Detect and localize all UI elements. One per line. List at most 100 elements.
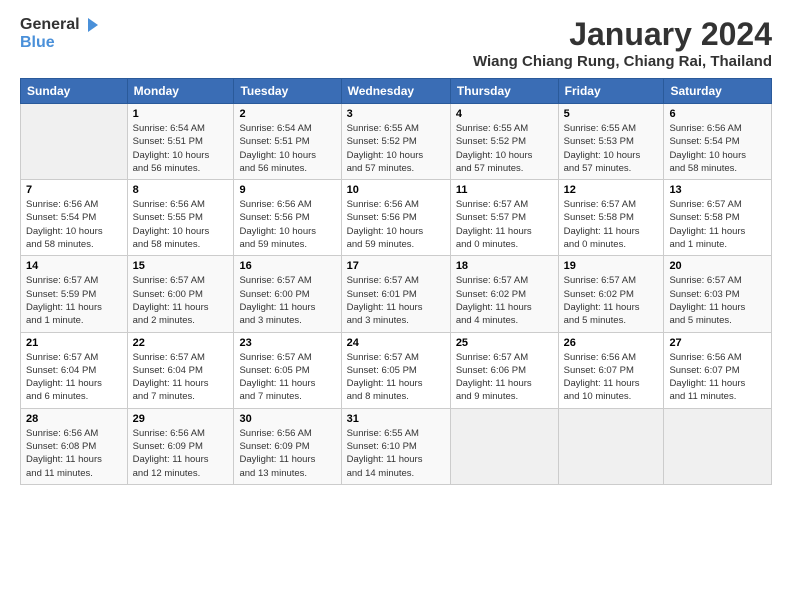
day-info: Sunrise: 6:55 AMSunset: 5:52 PMDaylight:… bbox=[456, 122, 553, 175]
day-info: Sunrise: 6:56 AMSunset: 5:56 PMDaylight:… bbox=[239, 198, 335, 251]
calendar-cell: 24Sunrise: 6:57 AMSunset: 6:05 PMDayligh… bbox=[341, 332, 450, 408]
calendar-cell bbox=[558, 408, 664, 484]
calendar-table: SundayMondayTuesdayWednesdayThursdayFrid… bbox=[20, 78, 772, 485]
day-number: 20 bbox=[669, 260, 766, 272]
calendar-cell: 3 Sunrise: 6:55 AMSunset: 5:52 PMDaylight… bbox=[341, 104, 450, 180]
calendar-cell: 4 Sunrise: 6:55 AMSunset: 5:52 PMDaylight… bbox=[450, 104, 558, 180]
day-number: 5 bbox=[564, 108, 659, 120]
day-info: Sunrise: 6:56 AMSunset: 5:56 PMDaylight:… bbox=[347, 198, 445, 251]
day-info: Sunrise: 6:57 AMSunset: 6:02 PMDaylight:… bbox=[564, 274, 659, 327]
calendar-cell bbox=[664, 408, 772, 484]
day-info: Sunrise: 6:56 AMSunset: 6:08 PMDaylight:… bbox=[26, 427, 122, 480]
day-number: 3 bbox=[347, 108, 445, 120]
day-info: Sunrise: 6:56 AMSunset: 5:55 PMDaylight:… bbox=[133, 198, 229, 251]
day-number: 22 bbox=[133, 337, 229, 349]
calendar-cell: 28 Sunrise: 6:56 AMSunset: 6:08 PMDayligh… bbox=[21, 408, 128, 484]
calendar-cell bbox=[21, 104, 128, 180]
calendar-cell: 12 Sunrise: 6:57 AMSunset: 5:58 PMDayligh… bbox=[558, 180, 664, 256]
calendar-cell: 6 Sunrise: 6:56 AMSunset: 5:54 PMDaylight… bbox=[664, 104, 772, 180]
calendar-cell: 18Sunrise: 6:57 AMSunset: 6:02 PMDayligh… bbox=[450, 256, 558, 332]
calendar-cell: 20 Sunrise: 6:57 AMSunset: 6:03 PMDayligh… bbox=[664, 256, 772, 332]
day-header-saturday: Saturday bbox=[664, 79, 772, 104]
day-info: Sunrise: 6:56 AMSunset: 5:54 PMDaylight:… bbox=[669, 122, 766, 175]
day-number: 30 bbox=[239, 413, 335, 425]
day-number: 10 bbox=[347, 184, 445, 196]
calendar-cell: 11 Sunrise: 6:57 AMSunset: 5:57 PMDayligh… bbox=[450, 180, 558, 256]
logo-general: General bbox=[20, 16, 80, 34]
day-header-monday: Monday bbox=[127, 79, 234, 104]
day-number: 14 bbox=[26, 260, 122, 272]
day-info: Sunrise: 6:57 AMSunset: 6:00 PMDaylight:… bbox=[133, 274, 229, 327]
day-header-tuesday: Tuesday bbox=[234, 79, 341, 104]
day-number: 6 bbox=[669, 108, 766, 120]
day-info: Sunrise: 6:57 AMSunset: 5:58 PMDaylight:… bbox=[564, 198, 659, 251]
day-info: Sunrise: 6:57 AMSunset: 5:59 PMDaylight:… bbox=[26, 274, 122, 327]
calendar-cell: 22Sunrise: 6:57 AMSunset: 6:04 PMDayligh… bbox=[127, 332, 234, 408]
calendar-cell: 21Sunrise: 6:57 AMSunset: 6:04 PMDayligh… bbox=[21, 332, 128, 408]
day-number: 31 bbox=[347, 413, 445, 425]
day-header-friday: Friday bbox=[558, 79, 664, 104]
day-number: 16 bbox=[239, 260, 335, 272]
day-info: Sunrise: 6:57 AMSunset: 6:03 PMDaylight:… bbox=[669, 274, 766, 327]
calendar-cell: 31 Sunrise: 6:55 AMSunset: 6:10 PMDayligh… bbox=[341, 408, 450, 484]
day-number: 7 bbox=[26, 184, 122, 196]
day-header-sunday: Sunday bbox=[21, 79, 128, 104]
calendar-cell: 7 Sunrise: 6:56 AMSunset: 5:54 PMDaylight… bbox=[21, 180, 128, 256]
week-row-2: 7 Sunrise: 6:56 AMSunset: 5:54 PMDaylight… bbox=[21, 180, 772, 256]
day-info: Sunrise: 6:57 AMSunset: 5:57 PMDaylight:… bbox=[456, 198, 553, 251]
calendar-cell: 26 Sunrise: 6:56 AMSunset: 6:07 PMDayligh… bbox=[558, 332, 664, 408]
day-number: 17 bbox=[347, 260, 445, 272]
day-number: 19 bbox=[564, 260, 659, 272]
location-title: Wiang Chiang Rung, Chiang Rai, Thailand bbox=[473, 53, 772, 70]
calendar-cell: 25Sunrise: 6:57 AMSunset: 6:06 PMDayligh… bbox=[450, 332, 558, 408]
day-number: 28 bbox=[26, 413, 122, 425]
day-info: Sunrise: 6:55 AMSunset: 5:52 PMDaylight:… bbox=[347, 122, 445, 175]
day-number: 26 bbox=[564, 337, 659, 349]
day-header-thursday: Thursday bbox=[450, 79, 558, 104]
day-info: Sunrise: 6:57 AMSunset: 6:05 PMDaylight:… bbox=[239, 351, 335, 404]
calendar-cell: 16 Sunrise: 6:57 AMSunset: 6:00 PMDayligh… bbox=[234, 256, 341, 332]
calendar-cell: 30 Sunrise: 6:56 AMSunset: 6:09 PMDayligh… bbox=[234, 408, 341, 484]
header: General Blue January 2024 Wiang Chiang R… bbox=[20, 16, 772, 70]
calendar-cell: 23Sunrise: 6:57 AMSunset: 6:05 PMDayligh… bbox=[234, 332, 341, 408]
day-number: 1 bbox=[133, 108, 229, 120]
day-number: 15 bbox=[133, 260, 229, 272]
day-info: Sunrise: 6:55 AMSunset: 6:10 PMDaylight:… bbox=[347, 427, 445, 480]
day-info: Sunrise: 6:55 AMSunset: 5:53 PMDaylight:… bbox=[564, 122, 659, 175]
day-number: 9 bbox=[239, 184, 335, 196]
day-number: 25 bbox=[456, 337, 553, 349]
calendar-cell: 15 Sunrise: 6:57 AMSunset: 6:00 PMDayligh… bbox=[127, 256, 234, 332]
day-number: 13 bbox=[669, 184, 766, 196]
calendar-cell: 5 Sunrise: 6:55 AMSunset: 5:53 PMDaylight… bbox=[558, 104, 664, 180]
calendar-cell bbox=[450, 408, 558, 484]
calendar-cell: 17 Sunrise: 6:57 AMSunset: 6:01 PMDayligh… bbox=[341, 256, 450, 332]
calendar-cell: 13 Sunrise: 6:57 AMSunset: 5:58 PMDayligh… bbox=[664, 180, 772, 256]
day-number: 18 bbox=[456, 260, 553, 272]
calendar-cell: 19 Sunrise: 6:57 AMSunset: 6:02 PMDayligh… bbox=[558, 256, 664, 332]
title-block: January 2024 Wiang Chiang Rung, Chiang R… bbox=[473, 16, 772, 70]
calendar-cell: 2Sunrise: 6:54 AMSunset: 5:51 PMDaylight… bbox=[234, 104, 341, 180]
day-info: Sunrise: 6:57 AMSunset: 6:00 PMDaylight:… bbox=[239, 274, 335, 327]
day-number: 11 bbox=[456, 184, 553, 196]
calendar-cell: 8 Sunrise: 6:56 AMSunset: 5:55 PMDaylight… bbox=[127, 180, 234, 256]
day-number: 2 bbox=[239, 108, 335, 120]
day-info: Sunrise: 6:56 AMSunset: 6:07 PMDaylight:… bbox=[669, 351, 766, 404]
logo: General Blue bbox=[20, 16, 100, 52]
week-row-3: 14 Sunrise: 6:57 AMSunset: 5:59 PMDayligh… bbox=[21, 256, 772, 332]
day-number: 12 bbox=[564, 184, 659, 196]
calendar-cell: 27Sunrise: 6:56 AMSunset: 6:07 PMDayligh… bbox=[664, 332, 772, 408]
month-title: January 2024 bbox=[473, 16, 772, 53]
day-info: Sunrise: 6:57 AMSunset: 5:58 PMDaylight:… bbox=[669, 198, 766, 251]
day-info: Sunrise: 6:56 AMSunset: 5:54 PMDaylight:… bbox=[26, 198, 122, 251]
day-info: Sunrise: 6:56 AMSunset: 6:07 PMDaylight:… bbox=[564, 351, 659, 404]
calendar-cell: 29Sunrise: 6:56 AMSunset: 6:09 PMDayligh… bbox=[127, 408, 234, 484]
day-info: Sunrise: 6:54 AMSunset: 5:51 PMDaylight:… bbox=[133, 122, 229, 175]
week-row-4: 21Sunrise: 6:57 AMSunset: 6:04 PMDayligh… bbox=[21, 332, 772, 408]
day-number: 8 bbox=[133, 184, 229, 196]
day-info: Sunrise: 6:56 AMSunset: 6:09 PMDaylight:… bbox=[239, 427, 335, 480]
calendar-cell: 10 Sunrise: 6:56 AMSunset: 5:56 PMDayligh… bbox=[341, 180, 450, 256]
day-number: 29 bbox=[133, 413, 229, 425]
day-number: 4 bbox=[456, 108, 553, 120]
calendar-cell: 14 Sunrise: 6:57 AMSunset: 5:59 PMDayligh… bbox=[21, 256, 128, 332]
day-info: Sunrise: 6:57 AMSunset: 6:01 PMDaylight:… bbox=[347, 274, 445, 327]
